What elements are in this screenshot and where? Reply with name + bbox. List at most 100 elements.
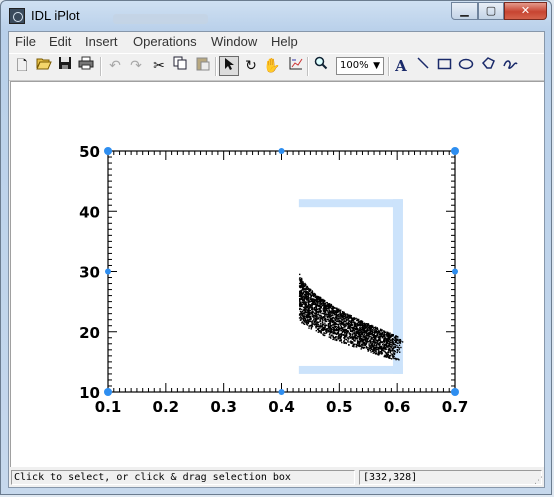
scatter-point [341,323,343,325]
ellipse-icon[interactable] [456,56,476,76]
scatter-point [299,308,301,310]
scatter-point [366,330,368,333]
menu-help[interactable]: Help [271,34,298,49]
redo-icon[interactable]: ↷ [126,56,146,76]
menu-insert[interactable]: Insert [85,34,118,49]
minimize-button[interactable]: ▁ [451,2,478,20]
scatter-point [317,328,319,330]
scatter-point [303,323,306,325]
scatter-point [400,346,402,349]
copy-icon[interactable] [170,56,190,76]
scatter-point [302,288,304,290]
menu-file[interactable]: File [15,34,36,49]
scatter-point [371,324,373,327]
new-icon[interactable]: 🗋 [12,56,32,76]
scatter-point [393,350,395,352]
scatter-point [368,327,370,329]
zoom-icon[interactable] [311,56,331,76]
data-range-icon[interactable] [285,56,305,76]
scatter-point [375,349,378,351]
scatter-plot[interactable]: 0.1 0.2 0.3 0.4 0.5 0.6 0.71020304050 [11,82,544,467]
scatter-point [324,317,327,320]
scatter-point [316,321,319,323]
scatter-point [355,346,358,348]
scatter-point [339,335,341,337]
menu-operations[interactable]: Operations [133,34,197,49]
scatter-point [312,301,315,303]
scatter-point [305,306,307,308]
menu-window[interactable]: Window [211,34,257,49]
scatter-point [302,315,305,318]
selection-handle [278,148,285,154]
scatter-point [361,320,363,322]
scatter-point [391,338,393,341]
scatter-point [365,341,368,343]
scatter-point [340,330,342,332]
scatter-point [309,320,312,322]
scatter-point [359,323,361,325]
scatter-point [394,350,396,353]
open-icon[interactable] [34,56,54,76]
polygon-icon[interactable] [478,56,498,76]
scatter-point [395,340,397,343]
scatter-point [353,317,356,319]
scatter-point [353,346,355,348]
line-icon[interactable] [413,56,433,76]
scatter-point [301,298,303,300]
scatter-point [327,320,329,322]
scatter-point [306,312,308,314]
scatter-point [304,309,306,311]
chevron-down-icon[interactable]: ▼ [373,58,380,74]
scatter-point [379,340,382,342]
rectangle-icon[interactable] [434,56,454,76]
scatter-point [302,291,304,293]
scatter-point [345,332,348,335]
scatter-point [336,326,339,328]
cut-icon[interactable]: ✂ [149,56,169,76]
scatter-point [337,313,340,316]
scatter-point [334,316,336,318]
scatter-point [310,306,313,308]
scatter-point [326,316,329,319]
scatter-point [379,351,381,353]
scatter-point [303,301,306,303]
close-button[interactable]: ✕ [504,2,547,20]
scatter-point [384,347,386,350]
scatter-point [327,311,329,313]
scatter-point [386,341,388,343]
text-icon[interactable]: A [391,56,411,76]
scatter-point [347,318,350,320]
scatter-point [383,350,385,352]
scatter-point [365,323,367,325]
freehand-icon[interactable] [500,56,520,76]
scatter-point [353,328,355,330]
scatter-point [360,324,362,326]
scatter-point [354,331,356,333]
print-icon[interactable] [76,56,96,76]
save-icon[interactable] [55,56,75,76]
scatter-point [306,286,308,288]
scatter-point [316,296,318,299]
menu-edit[interactable]: Edit [49,34,71,49]
scatter-point [356,341,359,344]
rotate-icon[interactable]: ↻ [241,56,261,76]
select-arrow-icon[interactable] [219,56,239,76]
undo-icon[interactable]: ↶ [105,56,125,76]
scatter-point [369,333,372,336]
resize-grip-icon[interactable]: ⋰ [534,476,543,486]
scatter-point [322,319,324,322]
scatter-point [299,290,301,292]
scatter-point [399,342,402,344]
scatter-point [373,330,375,333]
paste-icon[interactable] [192,56,212,76]
scatter-point [391,349,393,351]
scatter-point [302,292,304,295]
scatter-point [362,336,364,338]
pan-hand-icon[interactable]: ✋ [262,56,282,76]
plot-canvas[interactable]: 0.1 0.2 0.3 0.4 0.5 0.6 0.7 10 20 30 40 50 [10,81,544,467]
scatter-point [303,293,305,296]
scatter-point [372,338,375,341]
zoom-combo[interactable]: 100% ▼ [336,57,384,75]
maximize-button[interactable]: ▢ [478,2,504,20]
title-bar[interactable]: IDL iPlot ▁ ▢ ✕ [1,1,551,31]
